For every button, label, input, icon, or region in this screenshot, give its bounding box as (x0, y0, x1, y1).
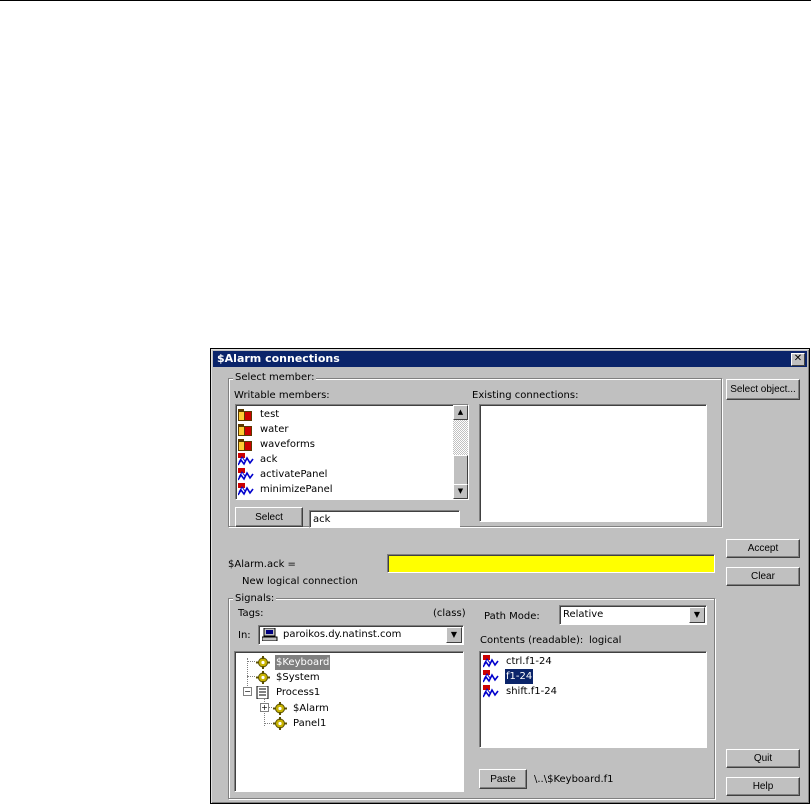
arrow-up-icon: ▲ (457, 408, 464, 416)
scroll-up-button[interactable]: ▲ (453, 405, 468, 420)
writable-member-label: activatePanel (260, 469, 328, 480)
signal-icon (238, 468, 254, 481)
in-label: In: (238, 630, 251, 641)
writable-member-label: minimizePanel (260, 484, 333, 495)
scroll-down-button[interactable]: ▼ (453, 484, 468, 499)
close-icon: ✕ (793, 353, 803, 364)
clear-button[interactable]: Clear (726, 567, 800, 586)
tags-tree[interactable]: − + $Keyboard $System Process1 $Alarm Panel1 (234, 651, 464, 792)
document-icon (255, 686, 271, 699)
contents-label: Contents (readable): (480, 635, 584, 646)
chevron-down-icon: ▼ (693, 610, 701, 619)
contents-item-label: shift.f1-24 (506, 686, 557, 697)
tree-node-label: $Alarm (293, 703, 329, 714)
class-label: (class) (433, 608, 466, 619)
path-mode-label: Path Mode: (484, 611, 540, 622)
existing-connections-list[interactable] (479, 404, 707, 522)
alarm-connections-dialog: $Alarm connections ✕ Select member: Writ… (210, 348, 810, 804)
path-mode-dropdown-button[interactable]: ▼ (689, 607, 705, 623)
in-location-select[interactable]: paroikos.dy.natinst.com ▼ (258, 625, 464, 645)
signals-legend: Signals: (233, 593, 277, 604)
chevron-down-icon: ▼ (450, 630, 458, 639)
gear-icon (272, 717, 288, 730)
contents-list[interactable]: ctrl.f1-24 f1-24 shift.f1-24 (479, 651, 707, 748)
writable-scrollbar[interactable]: ▲ ▼ (453, 405, 468, 499)
gear-icon (255, 671, 271, 684)
tree-node-label: Panel1 (293, 718, 327, 729)
contents-item-label: f1-24 (503, 668, 535, 685)
existing-connections-label: Existing connections: (472, 390, 579, 401)
writable-member-label: ack (260, 454, 278, 465)
contents-mode: logical (589, 635, 622, 646)
path-mode-value: Relative (563, 609, 604, 620)
page-top-rule (0, 0, 811, 1)
contents-item-label: ctrl.f1-24 (506, 656, 552, 667)
computer-icon (262, 628, 278, 641)
help-button[interactable]: Help (726, 777, 800, 796)
paste-button[interactable]: Paste (479, 769, 527, 789)
in-location-value: paroikos.dy.natinst.com (283, 629, 402, 640)
tags-label: Tags: (238, 608, 264, 619)
collapse-toggle[interactable]: − (243, 687, 252, 696)
connection-label: $Alarm.ack = (228, 559, 296, 570)
arrow-down-icon: ▼ (457, 487, 464, 495)
select-button[interactable]: Select (235, 507, 303, 527)
in-location-dropdown-button[interactable]: ▼ (446, 627, 462, 643)
signal-icon (483, 655, 499, 668)
folder-icon (238, 438, 254, 451)
scroll-thumb[interactable] (453, 455, 468, 486)
folder-icon (238, 423, 254, 436)
dialog-title: $Alarm connections (217, 352, 340, 365)
member-name-input[interactable] (309, 510, 460, 528)
quit-button[interactable]: Quit (726, 749, 800, 768)
signal-icon (238, 483, 254, 496)
connection-status: New logical connection (242, 576, 358, 587)
gear-icon (272, 702, 288, 715)
writable-member-label: test (260, 409, 280, 420)
path-mode-select[interactable]: Relative ▼ (559, 605, 707, 625)
folder-icon (238, 408, 254, 421)
select-object-button[interactable]: Select object... (726, 379, 800, 400)
close-button[interactable]: ✕ (791, 353, 805, 366)
writable-members-list[interactable]: test water waveforms ack activatePanel minimi… (235, 404, 469, 500)
accept-button[interactable]: Accept (726, 539, 800, 558)
gear-icon (255, 656, 271, 669)
writable-members-label: Writable members: (234, 390, 330, 401)
select-member-legend: Select member: (233, 372, 317, 383)
tree-node-label: $System (276, 672, 320, 683)
signal-icon (483, 685, 499, 698)
signal-icon (238, 453, 254, 466)
tree-node-label: $Keyboard (275, 655, 331, 670)
tree-node-label: Process1 (276, 687, 321, 698)
writable-member-label: waveforms (260, 439, 315, 450)
signal-icon (483, 670, 499, 683)
writable-member-label: water (260, 424, 289, 435)
title-bar[interactable]: $Alarm connections ✕ (213, 351, 807, 367)
paste-path: \..\$Keyboard.f1 (534, 774, 614, 785)
connection-expression-field[interactable] (387, 554, 715, 573)
